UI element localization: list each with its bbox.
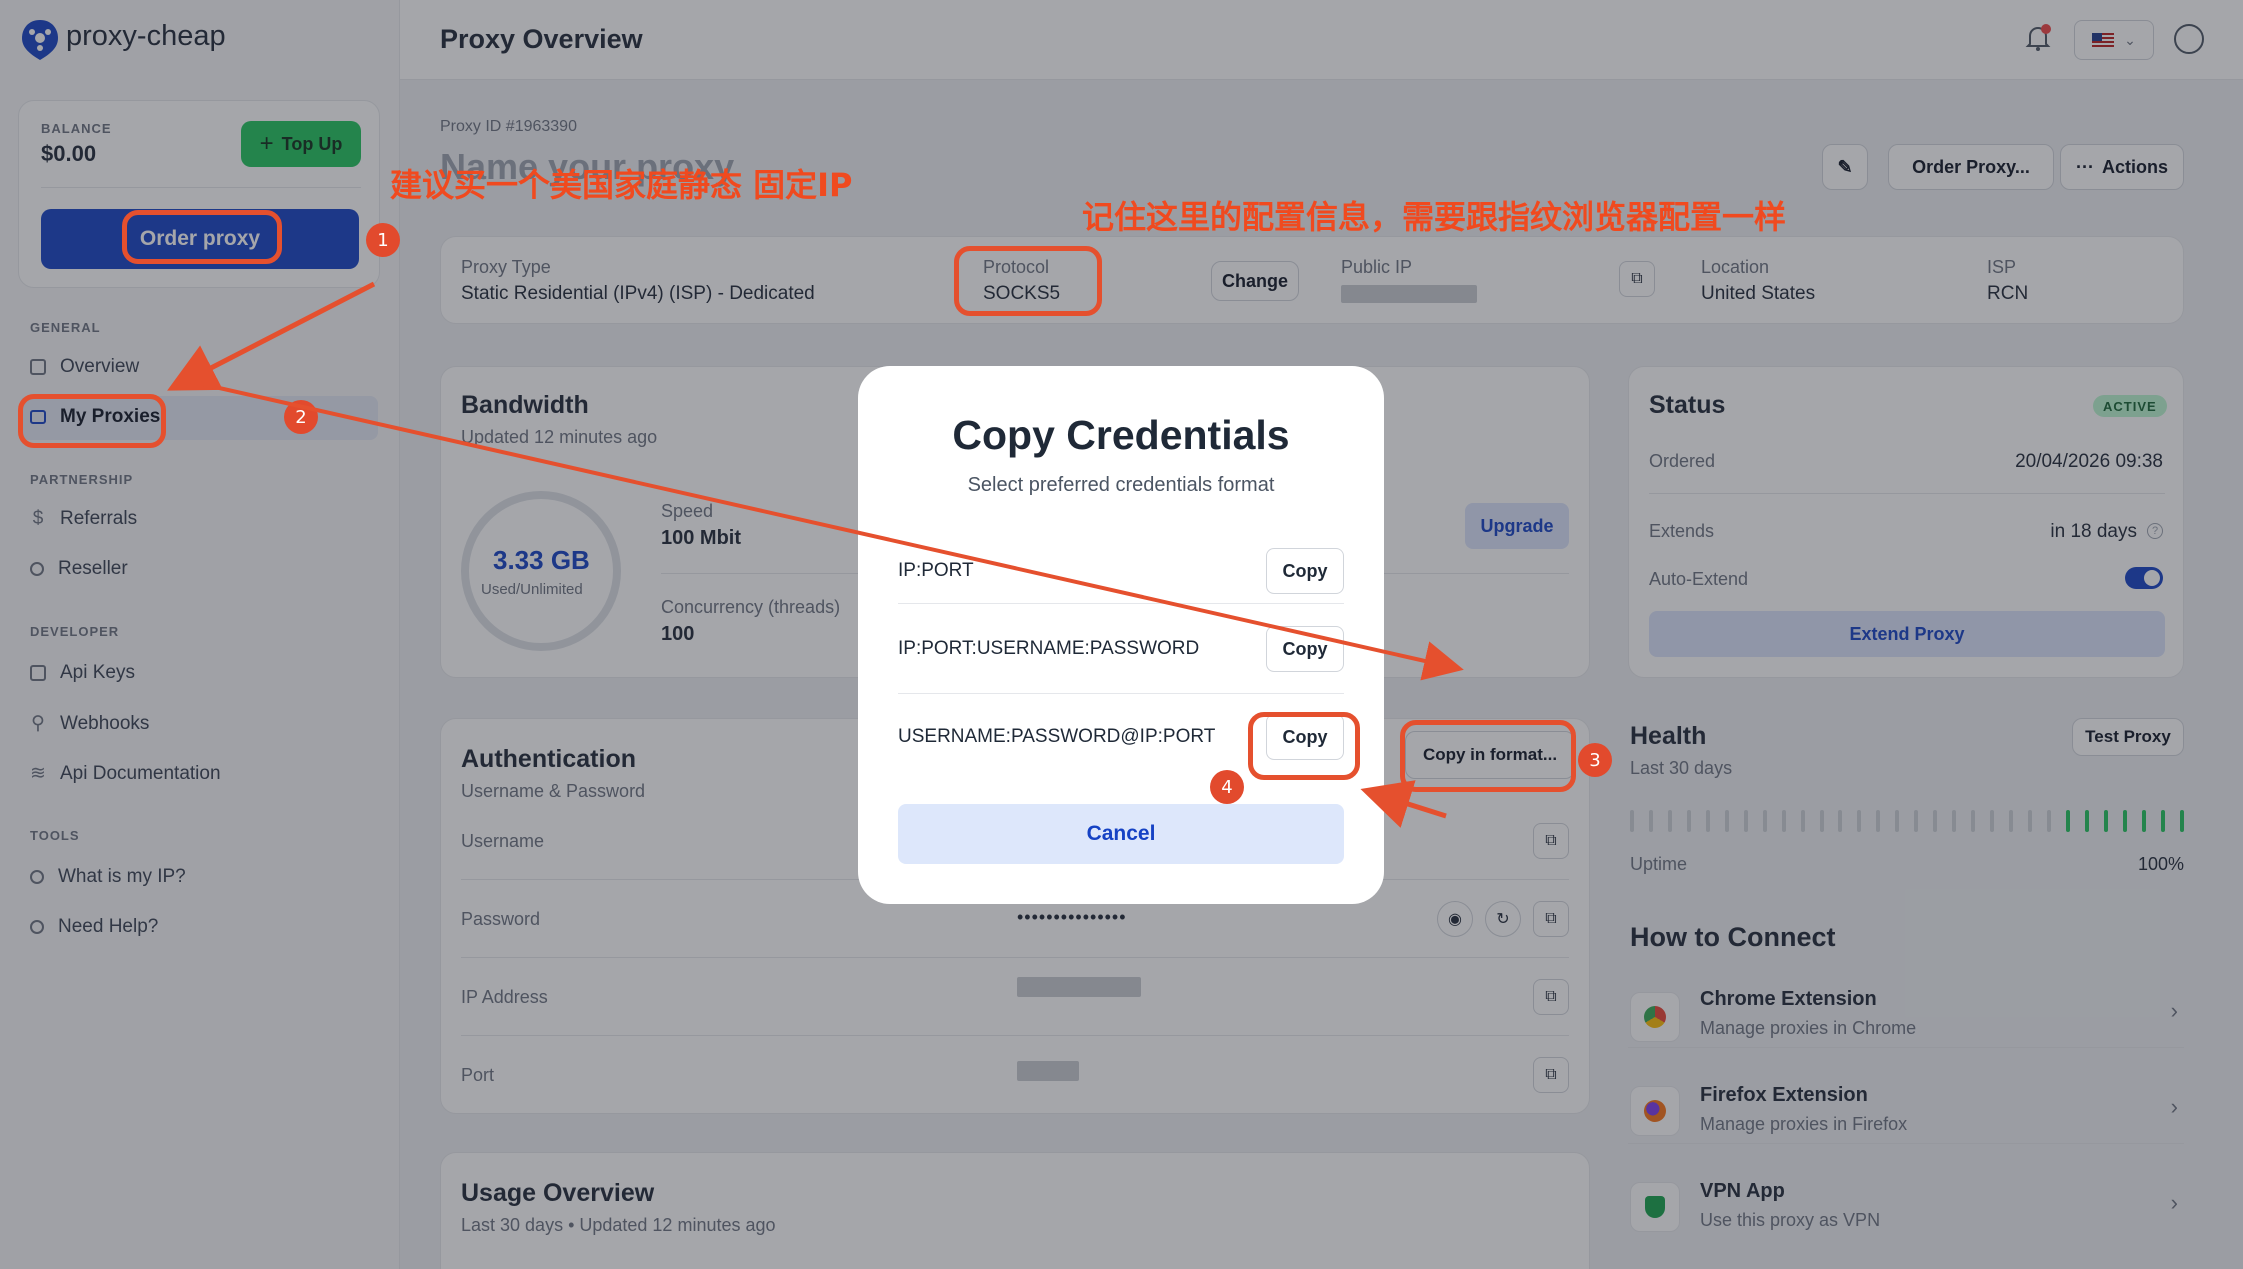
arrow-to-my-proxies <box>167 281 376 391</box>
arrow-to-copy <box>1360 780 1447 828</box>
arrow-to-copy-format <box>183 378 1464 681</box>
annotation-arrows <box>167 281 1464 828</box>
